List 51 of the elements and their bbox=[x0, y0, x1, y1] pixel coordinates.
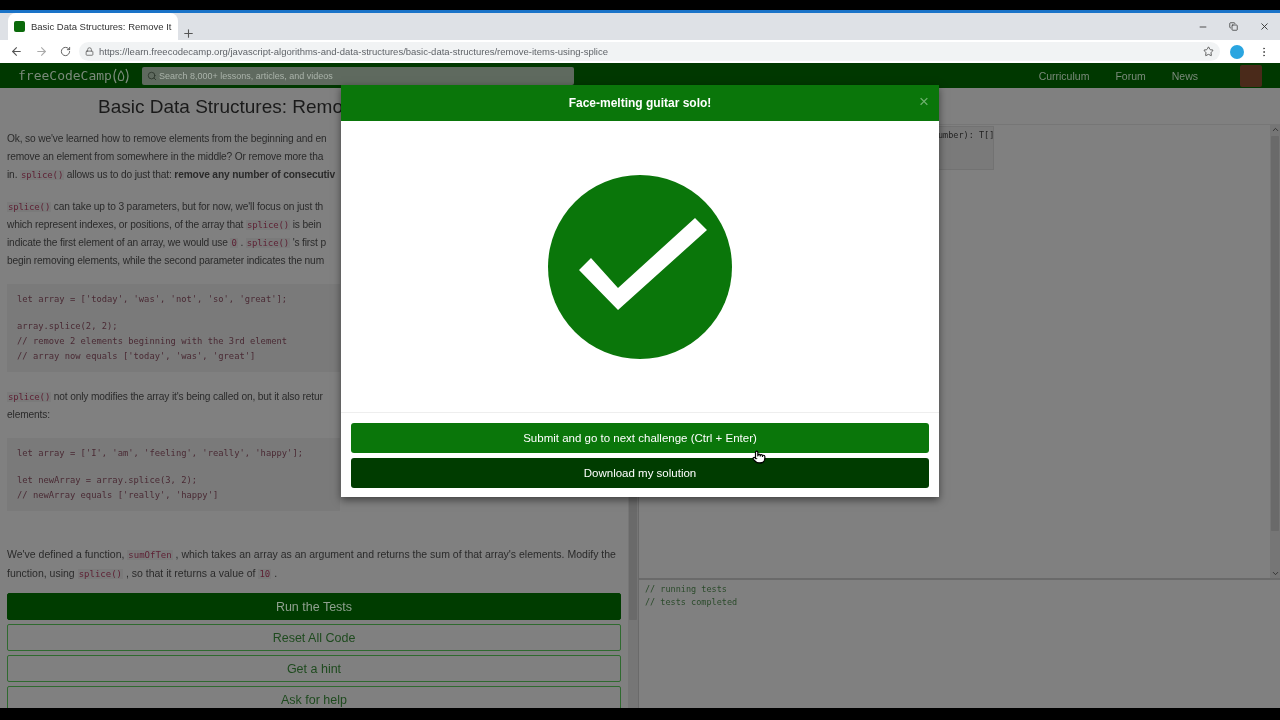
close-button[interactable]: × bbox=[917, 93, 931, 111]
flame-icon bbox=[111, 67, 130, 84]
restore-icon[interactable] bbox=[1229, 22, 1238, 31]
paragraph-line: which represent indexes, or positions, of the array that splice() is bein bbox=[7, 218, 322, 232]
paragraph-line: in. splice() allows us to do just that: remove any number of consecutiv bbox=[7, 168, 335, 182]
paragraph-line: Ok, so we've learned how to remove elements from the beginning and en bbox=[7, 132, 327, 146]
pointer-icon bbox=[752, 450, 766, 464]
dialog-button[interactable]: Submit and go to next challenge (Ctrl + Enter) bbox=[351, 423, 929, 453]
address-field[interactable]: https://learn.freecodecamp.org/javascript-algorithms-and-data-structures/basic-data-structures/remove-items-using-splice bbox=[79, 42, 1220, 61]
lock-icon bbox=[85, 47, 94, 56]
favicon-icon bbox=[14, 21, 25, 32]
code-line: // newArray equals ['really', 'happy'] bbox=[17, 489, 219, 502]
search-field[interactable]: Search 8,000+ lessons, articles, and videos bbox=[141, 66, 574, 85]
dialog-title: Face-melting guitar solo! bbox=[568, 96, 712, 110]
paragraph-line: splice() not only modifies the array it's being called on, but it also retur bbox=[7, 390, 323, 404]
star-icon[interactable] bbox=[1203, 46, 1214, 57]
task-description: We've defined a function, sumOfTen , which takes an array as an argument and returns the sum of that array's elements. Modify the function, using splice() , so that it returns a value of 10 . bbox=[7, 547, 617, 581]
nav-link[interactable]: News bbox=[1171, 69, 1198, 82]
code-line: array.splice(2, 2); bbox=[17, 320, 118, 333]
dialog-button[interactable]: Download my solution bbox=[351, 458, 929, 488]
action-button[interactable]: Get a hint bbox=[7, 655, 621, 682]
paragraph-line: elements: bbox=[7, 408, 50, 422]
scroll-down-icon[interactable] bbox=[1270, 569, 1280, 578]
code-hint: umber): T[] bbox=[937, 126, 994, 170]
code-line: let array = ['today', 'was', 'not', 'so', 'great']; bbox=[17, 293, 288, 306]
logo[interactable]: freeCodeCamp bbox=[18, 68, 112, 83]
lesson-title: Basic Data Structures: Remo bbox=[98, 96, 343, 118]
action-button[interactable]: Reset All Code bbox=[7, 624, 621, 651]
code-line: let array = ['I', 'am', 'feeling', 'really', 'happy']; bbox=[17, 447, 303, 460]
action-button[interactable]: Run the Tests bbox=[7, 593, 621, 620]
console-line: // tests completed bbox=[645, 595, 739, 608]
new-tab-icon[interactable] bbox=[182, 27, 195, 40]
code-line: let newArray = array.splice(3, 2); bbox=[17, 474, 198, 487]
paragraph-line: remove an element from somewhere in the middle? Or remove more tha bbox=[7, 150, 324, 164]
back-icon[interactable] bbox=[10, 45, 23, 58]
scroll-up-icon[interactable] bbox=[1270, 125, 1280, 134]
checkmark-icon bbox=[547, 173, 733, 360]
scrollbar[interactable] bbox=[1270, 125, 1280, 578]
close-icon[interactable] bbox=[1259, 21, 1270, 32]
nav-link[interactable]: Curriculum bbox=[1038, 69, 1090, 82]
browser-tab[interactable]: Basic Data Structures: Remove It bbox=[8, 13, 178, 40]
forward-icon[interactable] bbox=[35, 45, 48, 58]
paragraph-line: begin removing elements, while the second parameter indicates the num bbox=[7, 254, 324, 268]
console-line: // running tests bbox=[645, 583, 728, 596]
extension-icon[interactable] bbox=[1230, 44, 1244, 59]
code-line: // array now equals ['today', 'was', 'great'] bbox=[17, 350, 256, 363]
code-line: // remove 2 elements beginning with the 3rd element bbox=[17, 335, 288, 348]
paragraph-line: splice() can take up to 3 parameters, but for now, we'll focus on just th bbox=[7, 200, 324, 214]
nav-link[interactable]: Forum bbox=[1115, 69, 1146, 82]
search-icon bbox=[146, 70, 157, 81]
paragraph-line: indicate the first element of an array, we would use 0 . splice() 's first p bbox=[7, 236, 326, 250]
